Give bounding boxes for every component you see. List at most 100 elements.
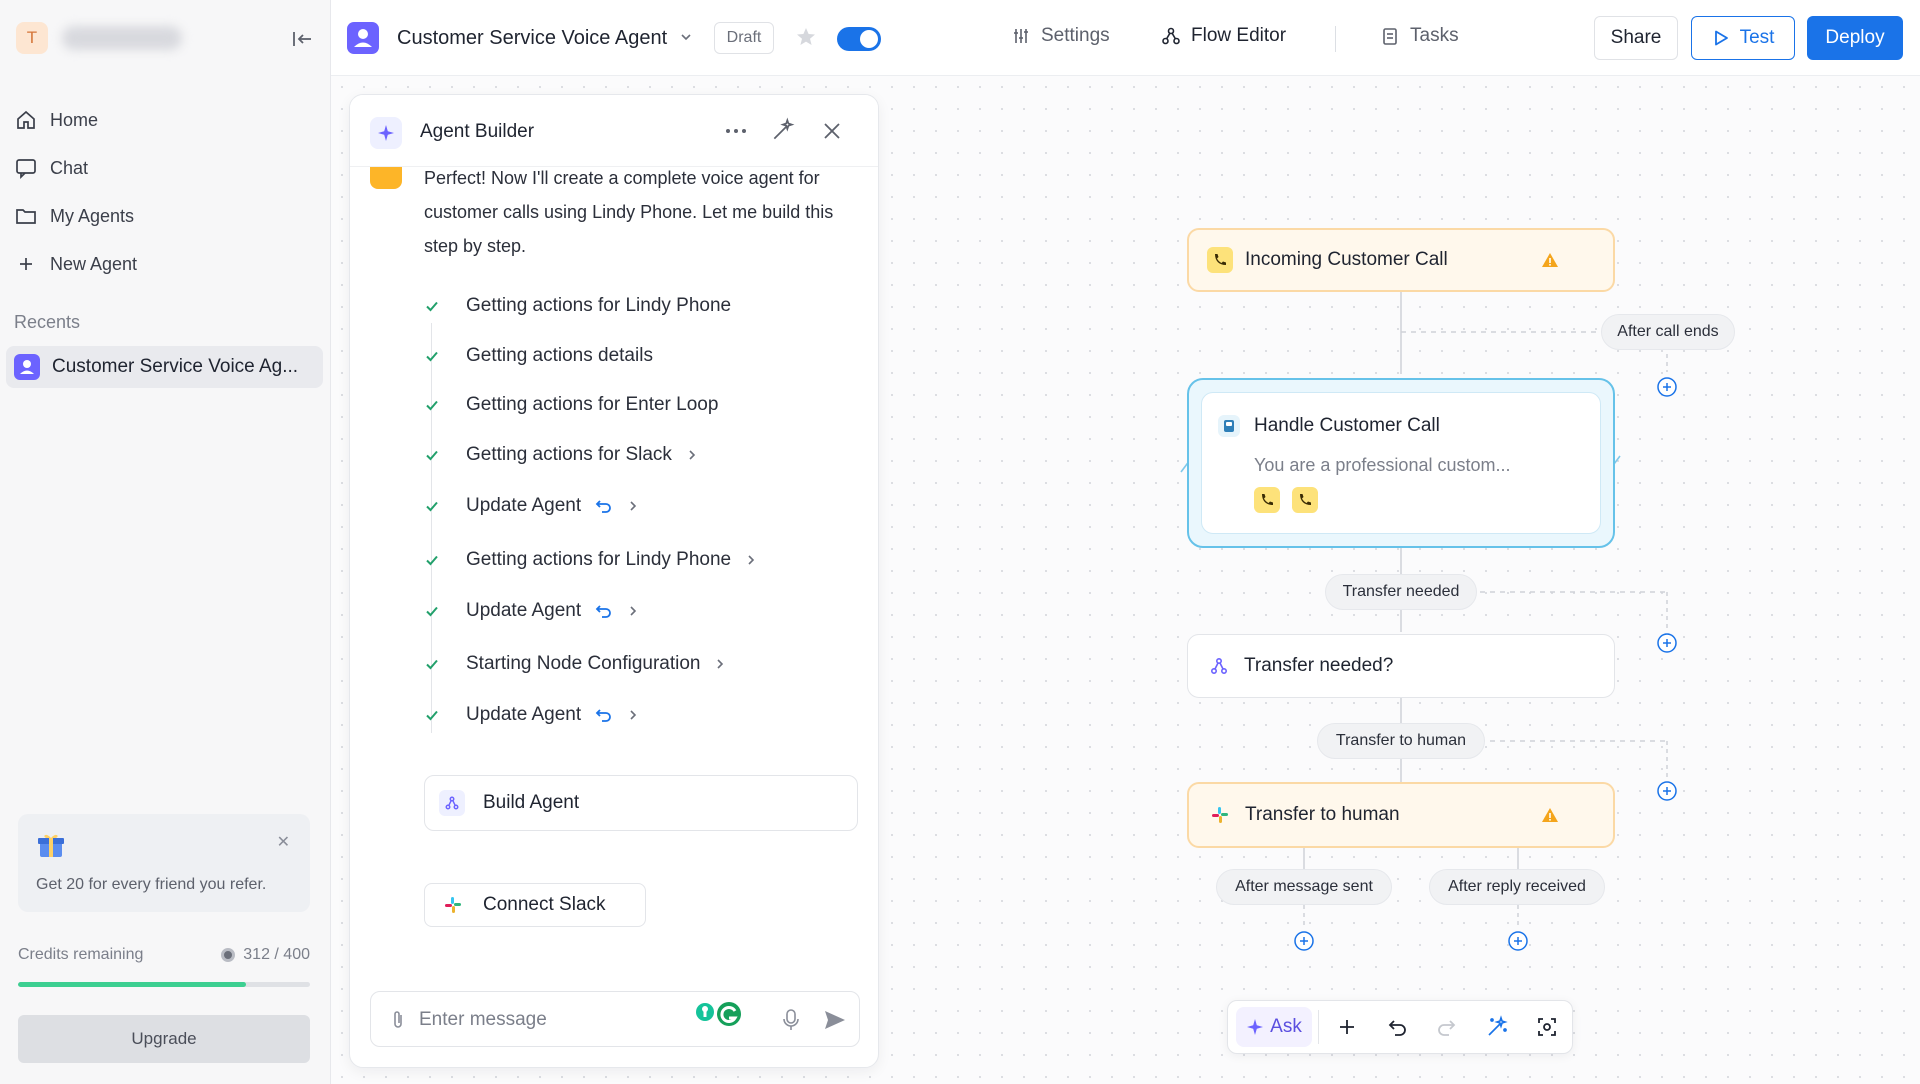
microphone-icon[interactable] (781, 1008, 801, 1032)
connect-slack-label: Connect Slack (483, 894, 606, 915)
node-handle-customer-call[interactable]: Handle Customer Call You are a professio… (1187, 378, 1615, 548)
phone-icon[interactable] (1292, 487, 1318, 513)
workspace-name-blurred[interactable] (62, 26, 182, 50)
connect-slack-button[interactable]: Connect Slack (424, 883, 646, 927)
slack-icon (1207, 802, 1233, 828)
revert-icon[interactable] (593, 603, 613, 619)
chevron-right-icon[interactable] (627, 500, 639, 512)
chevron-right-icon[interactable] (714, 658, 726, 670)
send-icon[interactable] (823, 1008, 847, 1032)
handle-node-card[interactable]: Handle Customer Call You are a professio… (1201, 392, 1601, 534)
build-step[interactable]: Update Agent (424, 495, 639, 517)
revert-icon[interactable] (593, 498, 613, 514)
plus-icon (20, 258, 32, 270)
add-node-button[interactable] (1325, 1007, 1369, 1047)
add-node-plus-icon[interactable] (1656, 780, 1678, 802)
upgrade-button[interactable]: Upgrade (18, 1015, 310, 1063)
add-node-plus-icon[interactable] (1293, 930, 1315, 952)
check-icon (426, 555, 438, 566)
pill-after-call-ends[interactable]: After call ends (1601, 314, 1735, 350)
build-step[interactable]: Update Agent (424, 600, 639, 622)
deploy-button[interactable]: Deploy (1807, 16, 1903, 60)
test-label: Test (1739, 27, 1775, 48)
build-step[interactable]: Getting actions for Lindy Phone (424, 549, 757, 571)
build-step[interactable]: Getting actions for Slack (424, 444, 698, 466)
pill-after-reply-received[interactable]: After reply received (1429, 869, 1605, 905)
step-label: Getting actions for Lindy Phone (466, 549, 732, 570)
tab-flow-editor[interactable]: Flow Editor (1161, 25, 1286, 47)
check-icon (426, 606, 438, 617)
build-agent-label: Build Agent (483, 792, 580, 813)
star-icon[interactable] (794, 25, 818, 49)
revert-icon[interactable] (593, 707, 613, 723)
top-bar: Customer Service Voice Agent Draft Setti… (331, 0, 1920, 76)
play-icon (1714, 30, 1728, 46)
redo-button[interactable] (1425, 1007, 1469, 1047)
chevron-right-icon[interactable] (627, 709, 639, 721)
share-button[interactable]: Share (1594, 16, 1678, 60)
agent-enabled-toggle[interactable] (837, 27, 881, 51)
credits-row: Credits remaining 312 / 400 (18, 946, 310, 964)
magic-wand-icon[interactable] (770, 117, 796, 143)
add-node-plus-icon[interactable] (1507, 930, 1529, 952)
add-node-plus-icon[interactable] (1656, 632, 1678, 654)
chevron-right-icon[interactable] (627, 605, 639, 617)
attach-icon[interactable] (389, 1010, 407, 1030)
pill-transfer-needed[interactable]: Transfer needed (1325, 574, 1477, 610)
node-transfer-needed[interactable]: Transfer needed? (1187, 634, 1615, 698)
workspace-header: T (14, 18, 319, 60)
referral-close-icon[interactable]: ✕ (277, 832, 290, 852)
pill-after-message-sent[interactable]: After message sent (1216, 869, 1392, 905)
sidebar-item-new-agent[interactable]: New Agent (0, 240, 331, 288)
collapse-sidebar-button[interactable] (287, 24, 317, 54)
agent-title[interactable]: Customer Service Voice Agent (397, 27, 667, 50)
fit-view-button[interactable] (1525, 1007, 1569, 1047)
agent-step-icon (1218, 415, 1240, 437)
build-agent-card[interactable]: Build Agent (424, 775, 858, 831)
undo-icon (1388, 1020, 1406, 1036)
tab-label: Flow Editor (1191, 25, 1287, 46)
chevron-down-icon[interactable] (679, 30, 693, 44)
sidebar-item-chat[interactable]: Chat (0, 144, 331, 192)
credits-progress-fill (18, 982, 246, 987)
warning-icon[interactable] (1541, 806, 1559, 824)
undo-button[interactable] (1375, 1007, 1419, 1047)
step-label: Update Agent (466, 704, 582, 725)
node-title: Transfer needed? (1244, 655, 1394, 676)
message-input[interactable] (419, 1002, 679, 1038)
node-incoming-customer-call[interactable]: Incoming Customer Call (1187, 228, 1615, 292)
agent-icon (347, 22, 379, 54)
toolbar-separator (1318, 1010, 1319, 1044)
close-icon[interactable] (820, 119, 844, 143)
build-step[interactable]: Update Agent (424, 704, 639, 726)
sidebar-item-label: My Agents (50, 205, 135, 226)
step-label: Update Agent (466, 495, 582, 516)
warning-icon[interactable] (1541, 251, 1559, 269)
chevron-right-icon[interactable] (686, 449, 698, 461)
ask-button[interactable]: Ask (1236, 1007, 1312, 1047)
sidebar-item-home[interactable]: Home (0, 96, 331, 144)
more-options-icon[interactable] (722, 119, 750, 143)
tab-tasks[interactable]: Tasks (1380, 25, 1459, 47)
magic-wand-icon (1488, 1015, 1508, 1036)
phone-icon[interactable] (1254, 487, 1280, 513)
build-step[interactable]: Starting Node Configuration (424, 653, 726, 675)
test-button[interactable]: Test (1691, 16, 1795, 60)
recent-agent-item[interactable]: Customer Service Voice Ag... (6, 346, 323, 388)
node-transfer-to-human[interactable]: Transfer to human (1187, 782, 1615, 848)
pill-transfer-to-human[interactable]: Transfer to human (1317, 723, 1485, 759)
sidebar-item-label: Home (50, 109, 99, 130)
referral-card[interactable]: ✕ Get 20 for every friend you refer. (18, 814, 310, 912)
draft-badge: Draft (714, 22, 774, 54)
tab-label: Settings (1041, 25, 1110, 46)
grammarly-icon[interactable] (691, 998, 747, 1032)
auto-layout-button[interactable] (1475, 1007, 1519, 1047)
workspace-avatar[interactable]: T (16, 22, 48, 54)
tab-settings[interactable]: Settings (1011, 25, 1110, 47)
add-node-plus-icon[interactable] (1656, 376, 1678, 398)
sidebar-item-my-agents[interactable]: My Agents (0, 192, 331, 240)
check-icon (426, 501, 438, 512)
chevron-right-icon[interactable] (745, 554, 757, 566)
tasks-icon (1383, 28, 1397, 45)
assistant-avatar-icon (370, 165, 402, 189)
